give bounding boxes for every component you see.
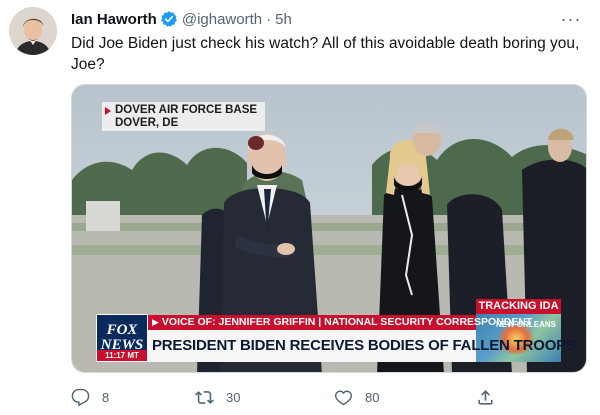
handle[interactable]: @ighaworth [182,11,262,28]
verified-badge-icon [160,10,178,28]
like-count: 80 [365,389,380,405]
retweet-button[interactable]: 30 [195,388,334,407]
voice-of-text: VOICE OF: JENNIFER GRIFFIN | NATIONAL SE… [161,316,533,328]
share-button[interactable] [476,388,495,407]
separator-dot: · [266,10,272,28]
logo-time: 11:17 MT [97,350,147,361]
tweet-header: Ian Haworth @ighaworth · 5h ··· [71,8,584,30]
location-line-1: DOVER AIR FORCE BASE [115,104,258,116]
tweet-actions: 8 30 80 [71,385,511,409]
tracking-label: TRACKING IDA [476,299,561,314]
caption-arrow-icon [105,107,111,115]
share-icon [478,389,493,405]
timestamp[interactable]: 5h [275,11,292,28]
tweet[interactable]: Ian Haworth @ighaworth · 5h ··· Did Joe … [0,0,600,415]
tweet-text: Did Joe Biden just check his watch? All … [71,35,580,73]
play-arrow-icon: ▶ [152,317,159,327]
like-icon [334,390,353,405]
network-logo: FOX NEWS 11:17 MT [96,314,148,362]
display-name[interactable]: Ian Haworth [71,11,157,28]
retweet-icon [195,390,214,404]
like-button[interactable]: 80 [334,388,476,407]
location-caption: DOVER AIR FORCE BASE DOVER, DE [102,102,266,131]
voice-of-bar: ▶ VOICE OF: JENNIFER GRIFFIN | NATIONAL S… [148,315,532,330]
more-options-icon[interactable]: ··· [558,8,584,30]
reply-icon [71,388,90,406]
reply-button[interactable]: 8 [71,388,195,407]
reply-count: 8 [102,389,110,405]
location-line-2: DOVER, DE [115,116,179,129]
avatar[interactable] [9,7,57,55]
logo-line-1: FOX [106,322,138,338]
chyron-headline: PRESIDENT BIDEN RECEIVES BODIES OF FALLE… [148,330,576,362]
tweet-video[interactable]: DOVER AIR FORCE BASE DOVER, DE TRACKING … [71,84,587,373]
retweet-count: 30 [226,389,241,405]
